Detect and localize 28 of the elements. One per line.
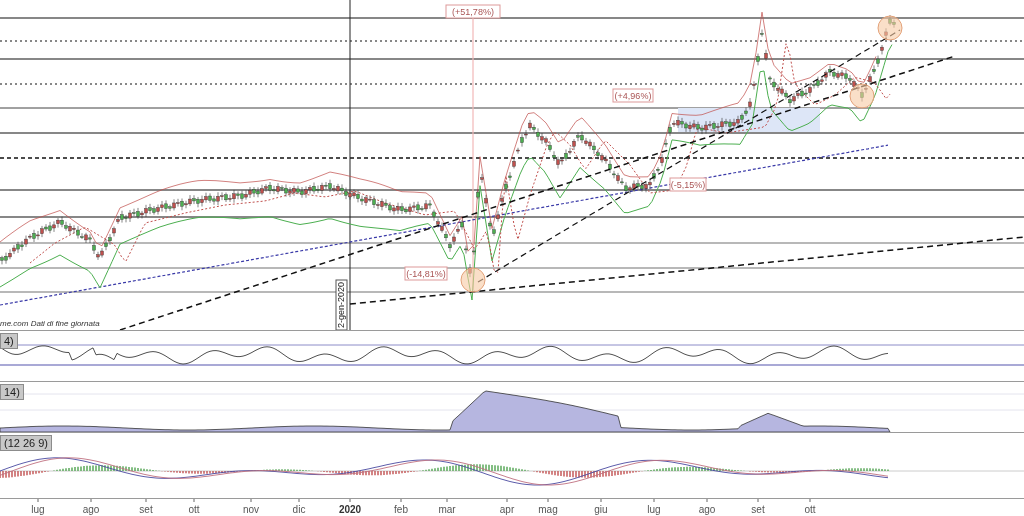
axis-label: feb xyxy=(394,504,408,515)
axis-label: ott xyxy=(804,504,816,515)
axis-label: apr xyxy=(499,504,515,515)
highlight-circle xyxy=(877,15,903,41)
axis-label: lug xyxy=(31,504,45,515)
highlight-circle xyxy=(849,83,875,109)
highlight-circle xyxy=(460,267,486,293)
percent-label: (+4,96%) xyxy=(612,88,654,103)
axis-label: ago xyxy=(82,504,100,515)
axis-label: giu xyxy=(594,504,608,515)
axis-label: dic xyxy=(292,504,306,515)
axis-label: 2020 xyxy=(338,504,362,515)
axis-label: set xyxy=(139,504,153,515)
source-note: me.com Dati di fine giornata xyxy=(0,319,100,328)
percent-label: (-5,15%) xyxy=(669,177,707,192)
indicator-label: 14) xyxy=(0,384,24,400)
axis-label: mag xyxy=(538,504,558,515)
indicator-label: 4) xyxy=(0,333,18,349)
indicator-label: (12 26 9) xyxy=(0,435,53,451)
percent-label: (-14,81%) xyxy=(404,266,448,281)
date-marker: 2-gen-2020 xyxy=(335,279,348,330)
axis-label: lug xyxy=(647,504,661,515)
axis-label: set xyxy=(751,504,765,515)
percent-label: (+51,78%) xyxy=(445,4,501,19)
axis-label: ott xyxy=(188,504,200,515)
axis-label: mar xyxy=(438,504,456,515)
axis-label: ago xyxy=(698,504,716,515)
axis-label: nov xyxy=(242,504,260,515)
